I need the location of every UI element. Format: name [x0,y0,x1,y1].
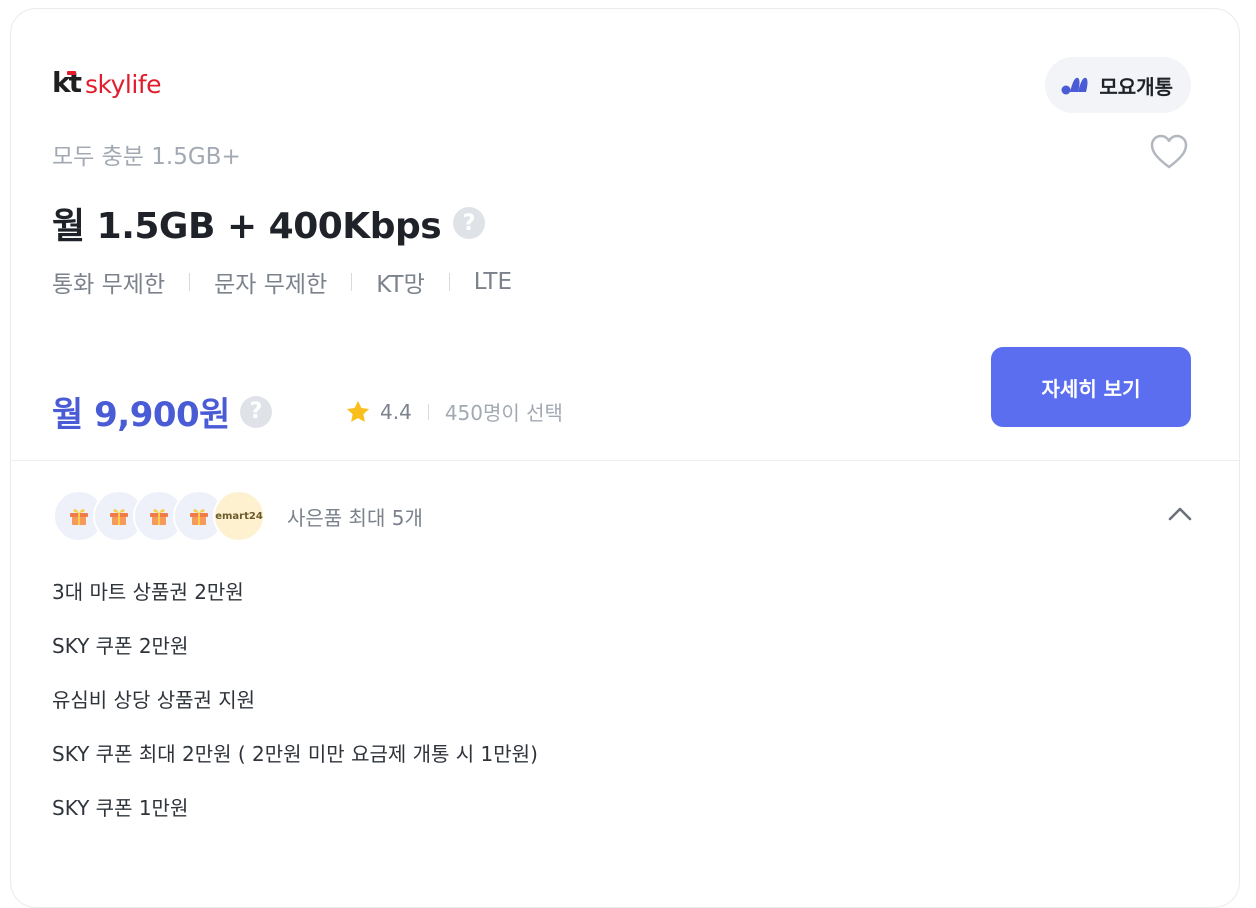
carrier-logo: kt skylife [52,61,161,99]
moyo-activation-badge: 모요개통 [1045,57,1191,113]
gift-icon-stack: emart24 [53,490,265,542]
spec-network: KT망 [376,272,425,298]
favorite-heart-icon[interactable] [1149,133,1189,171]
badge-label: 모요개통 [1099,74,1173,99]
plan-data-allowance: 월 1.5GB + 400Kbps [52,206,442,247]
rating: 4.4 450명이 선택 [344,397,563,426]
plan-card: kt skylife 모요개통 모두 충분 1.5GB+ 월 1.5GB + 4… [10,8,1240,908]
gift-summary-toggle[interactable]: emart24 사은품 최대 5개 [53,488,1193,544]
gift-item: SKY 쿠폰 2만원 [52,634,189,658]
gift-item: 유심비 상당 상품권 지원 [52,688,256,712]
spec-divider [189,273,191,291]
spec-divider [448,273,450,291]
selection-count: 450명이 선택 [444,401,563,425]
plan-help-icon[interactable]: ? [453,207,486,239]
gift-summary-label: 사은품 최대 5개 [287,505,423,530]
plan-subtitle: 모두 충분 1.5GB+ [52,144,241,170]
gift-item: 3대 마트 상품권 2만원 [52,580,244,604]
emart24-label: emart24 [215,510,263,522]
chevron-up-icon[interactable] [1167,504,1193,524]
star-icon [346,400,370,422]
monthly-price: 월 9,900원 ? [52,387,272,436]
view-details-button[interactable]: 자세히 보기 [991,347,1191,427]
kt-wordmark: kt [52,66,82,99]
skylife-wordmark: skylife [85,70,161,99]
rating-score: 4.4 [380,399,412,424]
price-label: 월 9,900원 [52,395,230,435]
gift-item: SKY 쿠폰 1만원 [52,796,189,820]
emart24-logo-icon: emart24 [213,490,265,542]
spec-call: 통화 무제한 [52,272,166,298]
section-divider [11,460,1239,461]
rating-divider [427,403,429,420]
plan-title: 월 1.5GB + 400Kbps ? [52,197,486,249]
spec-sms: 문자 무제한 [214,272,328,298]
spec-divider [351,273,353,291]
moyo-logo-icon [1061,77,1088,95]
spec-technology: LTE [473,269,512,295]
gift-list: 3대 마트 상품권 2만원 SKY 쿠폰 2만원 유심비 상당 상품권 지원 S… [52,573,538,843]
price-help-icon[interactable]: ? [239,395,272,428]
plan-specs: 통화 무제한 문자 무제한 KT망 LTE [52,265,512,299]
gift-item: SKY 쿠폰 최대 2만원 ( 2만원 미만 요금제 개통 시 1만원) [52,742,538,766]
